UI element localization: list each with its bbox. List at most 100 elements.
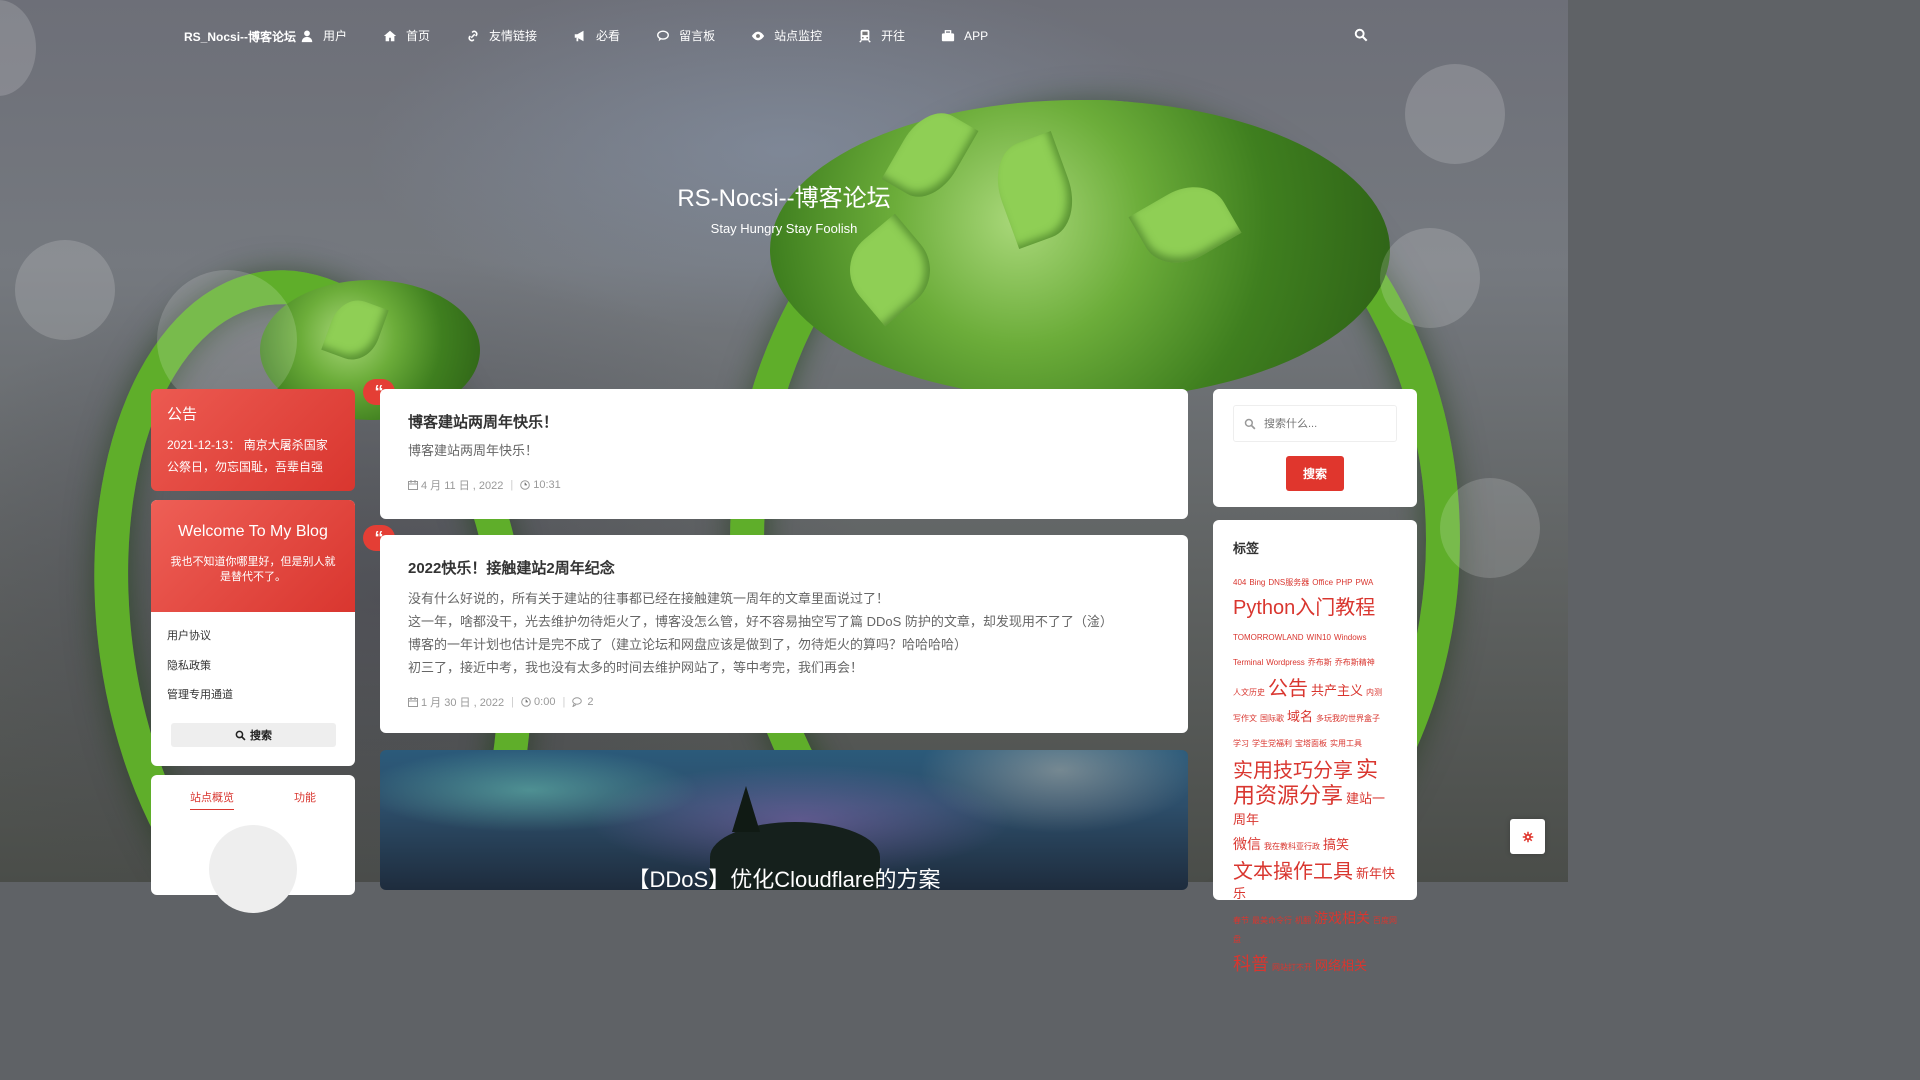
tag-link[interactable]: 文本操作工具: [1233, 861, 1353, 883]
notice-heading: 公告: [167, 406, 198, 423]
tag-link[interactable]: 域名: [1287, 709, 1313, 724]
bubble: [1380, 228, 1480, 328]
nav-item-home[interactable]: 首页: [383, 27, 430, 44]
comment-icon: [657, 29, 670, 41]
tag-link[interactable]: Wordpress: [1266, 658, 1305, 667]
post-date: 1 月 30 日 , 2022: [421, 697, 505, 709]
search-icon: [1244, 418, 1256, 429]
tag-link[interactable]: 内测: [1366, 688, 1382, 697]
search-icon[interactable]: [1354, 28, 1368, 42]
tag-row: 微信 我在教科亚行政 搞笑: [1233, 835, 1397, 854]
tag-row: 写作文 国际歌 域名 多玩我的世界盒子: [1233, 707, 1397, 726]
nav-item-guestbook[interactable]: 留言板: [656, 27, 715, 44]
nav-item-users[interactable]: 用户: [300, 27, 347, 44]
tag-link[interactable]: 宝塔面板: [1295, 739, 1327, 748]
search-field[interactable]: [1233, 405, 1397, 442]
tag-link[interactable]: 多玩我的世界盒子: [1316, 714, 1380, 723]
avatar: [209, 825, 297, 913]
search-input[interactable]: [1264, 417, 1384, 430]
tag-link[interactable]: 实用技巧分享: [1233, 760, 1353, 782]
tag-link[interactable]: 写作文: [1233, 714, 1257, 723]
tag-link[interactable]: Windows: [1334, 633, 1366, 642]
tag-link[interactable]: 机翻: [1295, 916, 1311, 925]
calendar-icon: [408, 480, 418, 490]
tag-link[interactable]: 国际歌: [1260, 714, 1284, 723]
tag-link[interactable]: 搞笑: [1323, 837, 1349, 852]
welcome-text: 我也不知道你哪里好，但是别人就是替代不了。: [170, 556, 336, 583]
post-date: 4 月 11 日 , 2022: [421, 480, 504, 492]
tag-link[interactable]: TOMORROWLAND: [1233, 633, 1304, 642]
tag-row: Python入门教程: [1233, 596, 1397, 620]
tag-link[interactable]: 学习: [1233, 739, 1249, 748]
tag-link[interactable]: 乔布斯精神: [1335, 658, 1375, 667]
tag-link[interactable]: 微信: [1233, 836, 1261, 852]
post-card[interactable]: 2022快乐！接触建站2周年纪念 没有什么好说的，所有关于建站的往事都已经在接触…: [380, 535, 1188, 733]
tree-image: [732, 786, 760, 832]
nav-item-travelling[interactable]: 开往: [858, 27, 905, 44]
meta-divider: |: [510, 479, 514, 491]
notice-card: 公告 2021-12-13： 南京大屠杀国家公祭日，勿忘国耻，吾辈自强: [151, 389, 355, 491]
hero-title: RS-Nocsi--博客论坛: [677, 185, 891, 212]
post-title[interactable]: 2022快乐！接触建站2周年纪念: [408, 557, 1160, 578]
tag-link[interactable]: 科普: [1233, 954, 1269, 974]
tab-features[interactable]: 功能: [294, 789, 316, 805]
tag-link[interactable]: 人文历史: [1233, 688, 1265, 697]
tag-link[interactable]: PWA: [1355, 578, 1373, 587]
nav-item-must-read[interactable]: 必看: [573, 27, 620, 44]
tag-link[interactable]: PHP: [1336, 578, 1352, 587]
tab-site-overview[interactable]: 站点概览: [190, 789, 234, 810]
nav-item-site-monitor[interactable]: 站点监控: [751, 27, 822, 44]
tag-row: 学习 学生党福利 宝塔面板 实用工具: [1233, 732, 1397, 751]
link-admin-channel[interactable]: 管理专用通道: [167, 686, 339, 716]
tag-link[interactable]: 春节: [1233, 916, 1249, 925]
nav-label: 留言板: [679, 29, 716, 43]
briefcase-icon: [941, 29, 955, 41]
tag-link[interactable]: 共产主义: [1311, 683, 1363, 698]
site-brand[interactable]: RS_Nocsi--博客论坛: [184, 28, 296, 45]
tag-link[interactable]: 学生党福利: [1252, 739, 1292, 748]
tag-link[interactable]: 乔布斯: [1308, 658, 1332, 667]
home-icon: [383, 30, 397, 41]
tag-link[interactable]: Python入门教程: [1233, 597, 1375, 619]
post-title[interactable]: 博客建站两周年快乐！: [408, 411, 1160, 432]
tag-link[interactable]: Office: [1312, 578, 1333, 587]
tag-cloud-heading: 标签: [1233, 541, 1260, 556]
link-user-agreement[interactable]: 用户协议: [167, 627, 339, 657]
link-privacy-policy[interactable]: 隐私政策: [167, 657, 339, 687]
tag-link[interactable]: 游戏相关: [1314, 910, 1370, 926]
post-excerpt-line: 初三了，接近中考，我也没有太多的时间去维护网站了，等中考完，我们再会！: [408, 660, 864, 675]
train-icon: [859, 29, 871, 43]
link-icon: [468, 30, 478, 41]
settings-button[interactable]: [1510, 819, 1545, 854]
tag-link[interactable]: 网络相关: [1315, 958, 1367, 973]
post-card[interactable]: 博客建站两周年快乐！ 博客建站两周年快乐！ 4 月 11 日 , 2022 | …: [380, 389, 1188, 519]
tag-link[interactable]: Bing: [1249, 578, 1265, 587]
meta-divider: |: [511, 696, 515, 708]
search-button[interactable]: 搜索: [1286, 456, 1344, 491]
nav-label: 用户: [323, 29, 348, 43]
post-title[interactable]: 【DDoS】优化Cloudflare的方案: [380, 862, 1188, 890]
post-card-featured[interactable]: 【DDoS】优化Cloudflare的方案: [380, 750, 1188, 890]
post-excerpt-line: 博客的一年计划也估计是完不成了（建立论坛和网盘应该是做到了，勿待炬火的算吗？哈哈…: [408, 637, 968, 652]
tag-link[interactable]: 404: [1233, 578, 1246, 587]
bubble: [15, 240, 115, 340]
welcome-heading: Welcome To My Blog: [178, 523, 328, 540]
nav-label: 必看: [596, 29, 621, 43]
tag-link[interactable]: 实用工具: [1330, 739, 1362, 748]
nav-item-friend-links[interactable]: 友情链接: [466, 27, 537, 44]
hero-subtitle: Stay Hungry Stay Foolish: [710, 221, 858, 236]
bubble: [1440, 478, 1540, 578]
tag-link[interactable]: Terminal: [1233, 658, 1263, 667]
post-comment-count[interactable]: 2: [587, 696, 593, 708]
tag-link[interactable]: WIN10: [1307, 633, 1331, 642]
tag-link[interactable]: 我在教科亚行政: [1264, 842, 1320, 851]
tag-link[interactable]: 网站打不开: [1272, 963, 1312, 972]
post-time: 10:31: [533, 479, 561, 491]
nav-item-app[interactable]: APP: [941, 27, 988, 44]
sidebar-search-button[interactable]: 搜索: [171, 723, 336, 747]
tag-link[interactable]: DNS服务器: [1268, 578, 1309, 587]
tag-link[interactable]: 最美命令行: [1252, 916, 1292, 925]
tag-link[interactable]: 公告: [1268, 678, 1308, 700]
nav-label: 站点监控: [774, 29, 823, 43]
post-meta: 4 月 11 日 , 2022 | 10:31: [408, 477, 1160, 493]
